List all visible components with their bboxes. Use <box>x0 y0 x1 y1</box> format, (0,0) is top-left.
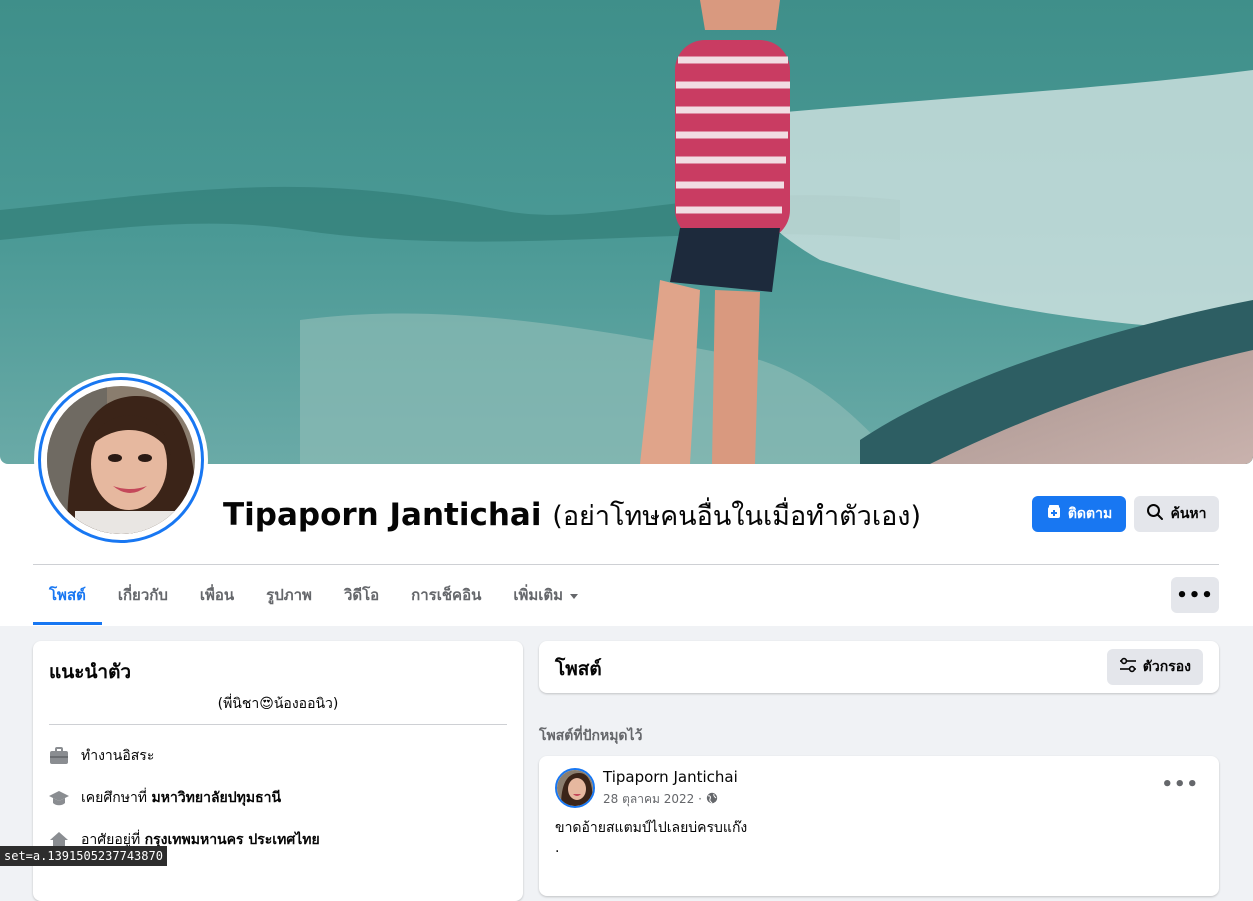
post-text: ขาดอ้ายสแตมป์ไปเลยบ่ครบแก๊ง . <box>555 818 747 858</box>
post-date[interactable]: 28 ตุลาคม 2022 · <box>603 790 702 809</box>
profile-more-button[interactable]: ••• <box>1171 577 1219 613</box>
tab-checkins[interactable]: การเช็คอิน <box>395 565 497 625</box>
tab-posts[interactable]: โพสต์ <box>33 565 102 625</box>
intro-bio: (พี่นิชา😍น้องออนิว) <box>49 693 507 715</box>
intro-education: เคยศึกษาที่ มหาวิทยาลัยปทุมธานี <box>49 787 281 809</box>
pinned-posts-label: โพสต์ที่ปักหมุดไว้ <box>539 728 643 744</box>
cover-photo[interactable] <box>0 0 1253 464</box>
intro-work: ทำงานอิสระ <box>49 745 154 767</box>
post-author-avatar[interactable] <box>555 768 595 808</box>
location-city-link[interactable]: กรุงเทพมหานคร ประเทศไทย <box>145 832 320 848</box>
tab-label: เพิ่มเติม <box>513 586 564 604</box>
caret-down-icon <box>569 586 579 604</box>
more-icon: ••• <box>1176 584 1214 606</box>
profile-avatar[interactable] <box>38 377 204 543</box>
profile-tabs: โพสต์ เกี่ยวกับ เพื่อน รูปภาพ วิดีโอ การ… <box>33 565 595 625</box>
filter-icon <box>1119 657 1137 677</box>
link-status-bar: set=a.1391505237743870 <box>0 846 167 866</box>
intro-education-text: เคยศึกษาที่ <box>81 790 152 806</box>
filter-button[interactable]: ตัวกรอง <box>1106 649 1203 685</box>
search-icon <box>1146 503 1164 525</box>
tab-label: เพื่อน <box>199 586 235 604</box>
intro-divider <box>49 724 507 725</box>
tab-more[interactable]: เพิ่มเติม <box>497 565 595 625</box>
briefcase-icon <box>49 746 69 766</box>
post-author-name[interactable]: Tipaporn Jantichai <box>603 768 738 786</box>
tab-label: โพสต์ <box>49 586 86 604</box>
profile-display-name: Tipaporn Jantichai <box>223 497 542 533</box>
bio-text-start: (พี่นิชา <box>217 696 260 712</box>
tab-label: เกี่ยวกับ <box>117 586 168 604</box>
tab-label: การเช็คอิน <box>411 586 482 604</box>
tab-videos[interactable]: วิดีโอ <box>328 565 395 625</box>
profile-photo <box>47 386 195 534</box>
tab-photos[interactable]: รูปภาพ <box>250 565 328 625</box>
tab-friends[interactable]: เพื่อน <box>184 565 250 625</box>
tab-about[interactable]: เกี่ยวกับ <box>102 565 184 625</box>
follow-button[interactable]: ติดตาม <box>1032 496 1126 532</box>
education-school-link[interactable]: มหาวิทยาลัยปทุมธานี <box>152 790 282 806</box>
search-button[interactable]: ค้นหา <box>1134 496 1219 532</box>
post-options-icon[interactable]: ••• <box>1161 774 1199 795</box>
follow-label: ติดตาม <box>1067 506 1113 522</box>
post-meta: 28 ตุลาคม 2022 · <box>603 790 718 809</box>
profile-alternate-name: (อย่าโทษคนอื่นในเมื่อทำตัวเอง) <box>552 501 921 532</box>
post-text-line: ขาดอ้ายสแตมป์ไปเลยบ่ครบแก๊ง <box>555 820 748 836</box>
graduation-cap-icon <box>49 788 69 808</box>
heart-eyes-emoji: 😍 <box>259 696 274 712</box>
post-card: Tipaporn Jantichai 28 ตุลาคม 2022 · ••• … <box>539 756 1219 896</box>
follow-icon <box>1046 504 1062 524</box>
profile-name: Tipaporn Jantichai (อย่าโทษคนอื่นในเมื่อ… <box>223 494 921 537</box>
tab-label: รูปภาพ <box>266 586 312 604</box>
posts-title: โพสต์ <box>555 658 602 680</box>
intro-title: แนะนำตัว <box>49 661 132 683</box>
bio-text-end: น้องออนิว) <box>273 696 339 712</box>
tab-label: วิดีโอ <box>343 586 380 604</box>
search-label: ค้นหา <box>1170 506 1207 522</box>
globe-icon <box>706 792 718 807</box>
intro-work-text: ทำงานอิสระ <box>81 748 155 764</box>
posts-header-card: โพสต์ ตัวกรอง <box>539 641 1219 693</box>
filter-label: ตัวกรอง <box>1142 659 1191 675</box>
post-text-line: . <box>555 840 560 856</box>
